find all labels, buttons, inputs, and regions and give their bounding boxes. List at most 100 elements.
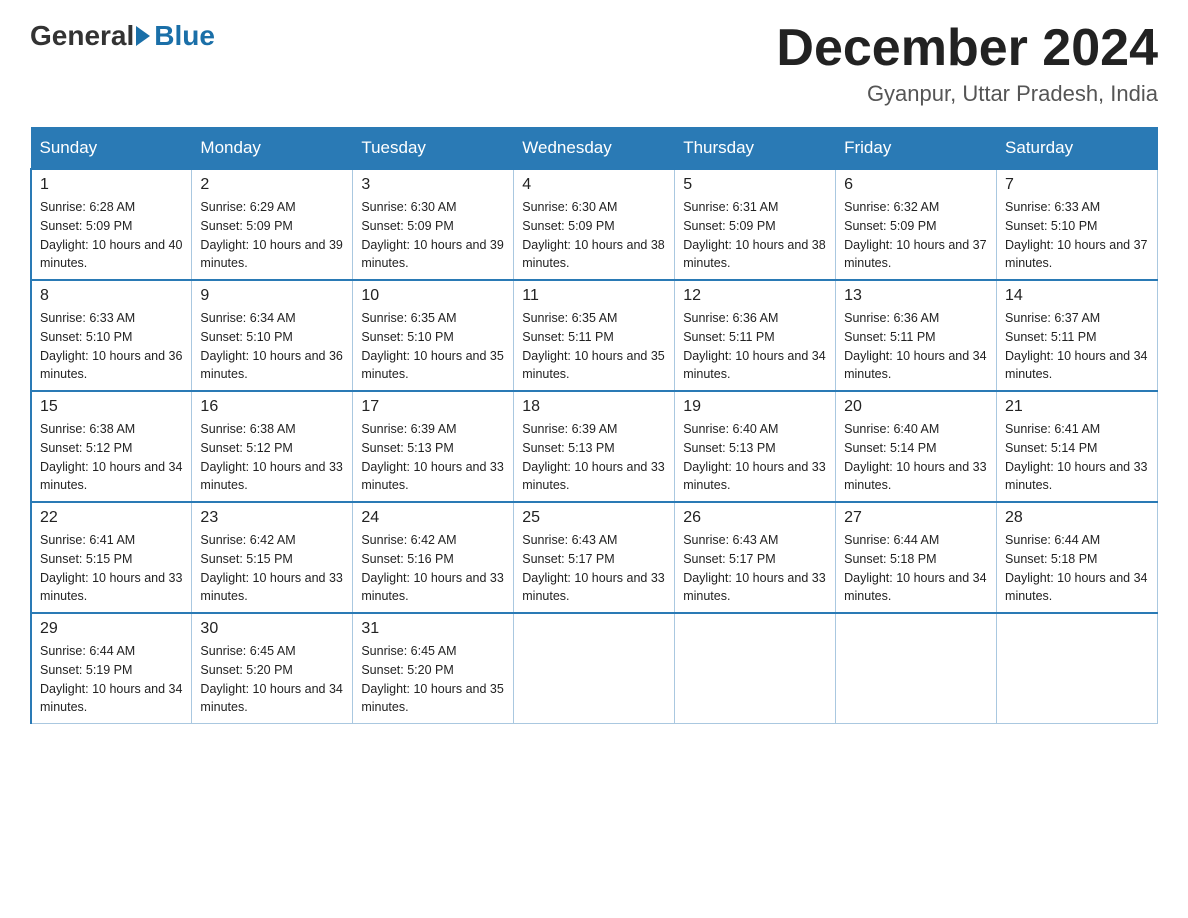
day-info: Sunrise: 6:38 AMSunset: 5:12 PMDaylight:… [200, 420, 344, 495]
week-row-4: 22 Sunrise: 6:41 AMSunset: 5:15 PMDayligh… [31, 502, 1158, 613]
day-number: 25 [522, 509, 666, 527]
day-number: 13 [844, 287, 988, 305]
day-number: 2 [200, 176, 344, 194]
calendar-cell: 27 Sunrise: 6:44 AMSunset: 5:18 PMDayligh… [836, 502, 997, 613]
day-info: Sunrise: 6:32 AMSunset: 5:09 PMDaylight:… [844, 198, 988, 273]
calendar-cell: 24 Sunrise: 6:42 AMSunset: 5:16 PMDayligh… [353, 502, 514, 613]
title-section: December 2024 Gyanpur, Uttar Pradesh, In… [776, 20, 1158, 107]
day-number: 12 [683, 287, 827, 305]
day-number: 7 [1005, 176, 1149, 194]
col-header-sunday: Sunday [31, 128, 192, 170]
col-header-thursday: Thursday [675, 128, 836, 170]
day-number: 27 [844, 509, 988, 527]
calendar-cell: 20Sunrise: 6:40 AMSunset: 5:14 PMDayligh… [836, 391, 997, 502]
calendar-cell: 17 Sunrise: 6:39 AMSunset: 5:13 PMDayligh… [353, 391, 514, 502]
day-info: Sunrise: 6:35 AMSunset: 5:10 PMDaylight:… [361, 309, 505, 384]
day-info: Sunrise: 6:44 AMSunset: 5:18 PMDaylight:… [1005, 531, 1149, 606]
day-info: Sunrise: 6:45 AMSunset: 5:20 PMDaylight:… [361, 642, 505, 717]
day-info: Sunrise: 6:42 AMSunset: 5:16 PMDaylight:… [361, 531, 505, 606]
calendar-header-row: SundayMondayTuesdayWednesdayThursdayFrid… [31, 128, 1158, 170]
calendar-cell: 1 Sunrise: 6:28 AMSunset: 5:09 PMDaylight… [31, 169, 192, 280]
day-info: Sunrise: 6:34 AMSunset: 5:10 PMDaylight:… [200, 309, 344, 384]
logo-blue-part: Blue [134, 20, 215, 52]
day-number: 31 [361, 620, 505, 638]
day-number: 23 [200, 509, 344, 527]
col-header-friday: Friday [836, 128, 997, 170]
day-number: 1 [40, 176, 183, 194]
day-number: 16 [200, 398, 344, 416]
week-row-3: 15 Sunrise: 6:38 AMSunset: 5:12 PMDayligh… [31, 391, 1158, 502]
day-number: 29 [40, 620, 183, 638]
calendar-cell [997, 613, 1158, 724]
day-number: 21 [1005, 398, 1149, 416]
day-info: Sunrise: 6:41 AMSunset: 5:14 PMDaylight:… [1005, 420, 1149, 495]
day-number: 20 [844, 398, 988, 416]
day-info: Sunrise: 6:44 AMSunset: 5:18 PMDaylight:… [844, 531, 988, 606]
calendar-cell: 11Sunrise: 6:35 AMSunset: 5:11 PMDayligh… [514, 280, 675, 391]
calendar-cell [836, 613, 997, 724]
day-info: Sunrise: 6:45 AMSunset: 5:20 PMDaylight:… [200, 642, 344, 717]
page-header: General Blue December 2024 Gyanpur, Utta… [30, 20, 1158, 107]
day-info: Sunrise: 6:40 AMSunset: 5:13 PMDaylight:… [683, 420, 827, 495]
day-info: Sunrise: 6:30 AMSunset: 5:09 PMDaylight:… [361, 198, 505, 273]
calendar-cell: 31 Sunrise: 6:45 AMSunset: 5:20 PMDayligh… [353, 613, 514, 724]
day-number: 4 [522, 176, 666, 194]
calendar-cell: 7 Sunrise: 6:33 AMSunset: 5:10 PMDaylight… [997, 169, 1158, 280]
day-info: Sunrise: 6:38 AMSunset: 5:12 PMDaylight:… [40, 420, 183, 495]
day-number: 18 [522, 398, 666, 416]
day-info: Sunrise: 6:33 AMSunset: 5:10 PMDaylight:… [1005, 198, 1149, 273]
day-number: 6 [844, 176, 988, 194]
calendar-cell: 2 Sunrise: 6:29 AMSunset: 5:09 PMDaylight… [192, 169, 353, 280]
day-info: Sunrise: 6:43 AMSunset: 5:17 PMDaylight:… [522, 531, 666, 606]
day-info: Sunrise: 6:41 AMSunset: 5:15 PMDaylight:… [40, 531, 183, 606]
calendar-cell: 28 Sunrise: 6:44 AMSunset: 5:18 PMDayligh… [997, 502, 1158, 613]
col-header-tuesday: Tuesday [353, 128, 514, 170]
calendar-cell: 26Sunrise: 6:43 AMSunset: 5:17 PMDayligh… [675, 502, 836, 613]
day-number: 15 [40, 398, 183, 416]
calendar-cell: 19 Sunrise: 6:40 AMSunset: 5:13 PMDayligh… [675, 391, 836, 502]
calendar-cell: 15 Sunrise: 6:38 AMSunset: 5:12 PMDayligh… [31, 391, 192, 502]
logo-arrow-icon [136, 26, 150, 46]
day-number: 30 [200, 620, 344, 638]
calendar-cell: 18 Sunrise: 6:39 AMSunset: 5:13 PMDayligh… [514, 391, 675, 502]
logo: General Blue [30, 20, 215, 52]
day-info: Sunrise: 6:35 AMSunset: 5:11 PMDaylight:… [522, 309, 666, 384]
calendar-cell: 21 Sunrise: 6:41 AMSunset: 5:14 PMDayligh… [997, 391, 1158, 502]
calendar-cell: 14 Sunrise: 6:37 AMSunset: 5:11 PMDayligh… [997, 280, 1158, 391]
day-info: Sunrise: 6:28 AMSunset: 5:09 PMDaylight:… [40, 198, 183, 273]
day-number: 3 [361, 176, 505, 194]
day-info: Sunrise: 6:39 AMSunset: 5:13 PMDaylight:… [522, 420, 666, 495]
month-title: December 2024 [776, 20, 1158, 77]
day-info: Sunrise: 6:31 AMSunset: 5:09 PMDaylight:… [683, 198, 827, 273]
day-number: 10 [361, 287, 505, 305]
day-number: 28 [1005, 509, 1149, 527]
calendar-cell: 9 Sunrise: 6:34 AMSunset: 5:10 PMDaylight… [192, 280, 353, 391]
day-info: Sunrise: 6:37 AMSunset: 5:11 PMDaylight:… [1005, 309, 1149, 384]
col-header-wednesday: Wednesday [514, 128, 675, 170]
calendar-cell: 16 Sunrise: 6:38 AMSunset: 5:12 PMDayligh… [192, 391, 353, 502]
day-info: Sunrise: 6:39 AMSunset: 5:13 PMDaylight:… [361, 420, 505, 495]
calendar-cell: 23 Sunrise: 6:42 AMSunset: 5:15 PMDayligh… [192, 502, 353, 613]
week-row-2: 8Sunrise: 6:33 AMSunset: 5:10 PMDaylight… [31, 280, 1158, 391]
calendar-cell: 12Sunrise: 6:36 AMSunset: 5:11 PMDayligh… [675, 280, 836, 391]
calendar-cell: 8Sunrise: 6:33 AMSunset: 5:10 PMDaylight… [31, 280, 192, 391]
day-number: 9 [200, 287, 344, 305]
calendar-cell: 6 Sunrise: 6:32 AMSunset: 5:09 PMDaylight… [836, 169, 997, 280]
day-number: 24 [361, 509, 505, 527]
col-header-saturday: Saturday [997, 128, 1158, 170]
day-number: 17 [361, 398, 505, 416]
calendar-cell: 29 Sunrise: 6:44 AMSunset: 5:19 PMDayligh… [31, 613, 192, 724]
calendar-cell: 4Sunrise: 6:30 AMSunset: 5:09 PMDaylight… [514, 169, 675, 280]
day-number: 5 [683, 176, 827, 194]
day-number: 14 [1005, 287, 1149, 305]
location-title: Gyanpur, Uttar Pradesh, India [776, 81, 1158, 107]
day-info: Sunrise: 6:42 AMSunset: 5:15 PMDaylight:… [200, 531, 344, 606]
day-info: Sunrise: 6:29 AMSunset: 5:09 PMDaylight:… [200, 198, 344, 273]
day-number: 22 [40, 509, 183, 527]
calendar-cell: 5 Sunrise: 6:31 AMSunset: 5:09 PMDaylight… [675, 169, 836, 280]
day-number: 8 [40, 287, 183, 305]
day-info: Sunrise: 6:44 AMSunset: 5:19 PMDaylight:… [40, 642, 183, 717]
logo-blue-text: Blue [154, 20, 215, 52]
day-number: 19 [683, 398, 827, 416]
calendar-cell [675, 613, 836, 724]
